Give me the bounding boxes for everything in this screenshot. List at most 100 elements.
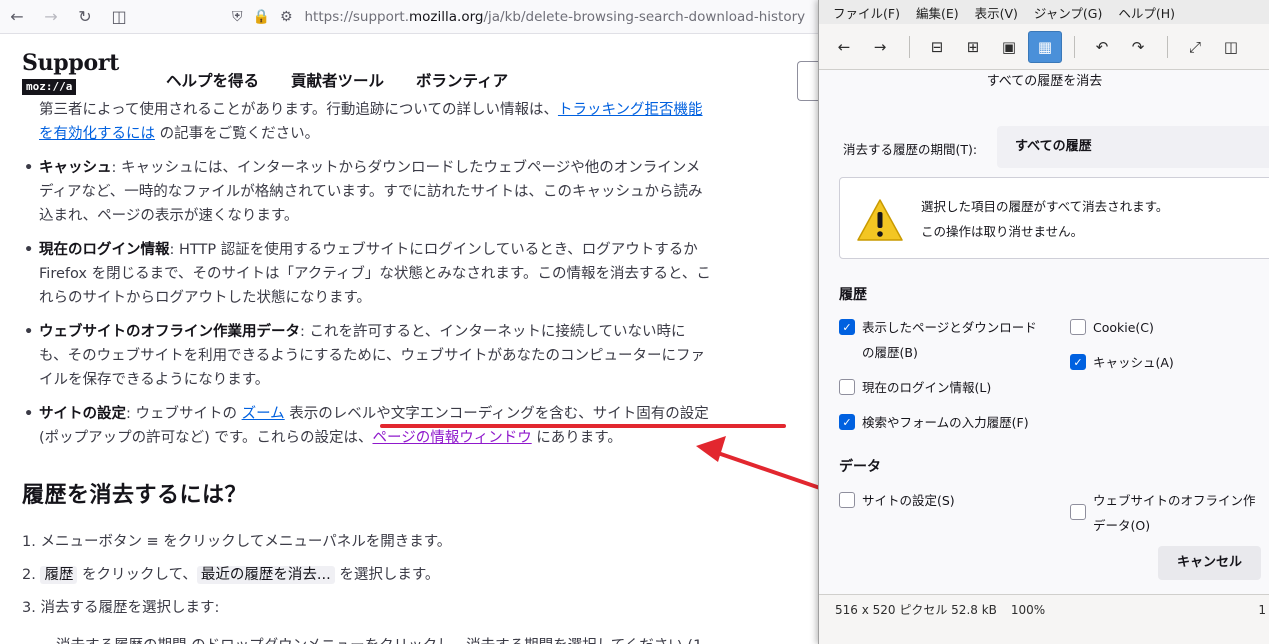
zoom-100-icon[interactable]: ▣ [992, 31, 1026, 63]
step-2-tail: を選択します。 [334, 567, 440, 583]
clear-recent-history-label: 最近の履歴を消去... [196, 566, 335, 584]
list-item-offline: ウェブサイトのオフライン作業用データ: これを許可すると、インターネットに接続し… [22, 320, 802, 392]
zoom-in-icon[interactable]: ⊞ [956, 31, 990, 63]
next-image-icon[interactable]: → [863, 31, 897, 63]
intro-paragraph: 第三者によって使用されることがあります。行動追跡についての詳しい情報は、トラッキ… [39, 100, 703, 146]
mozilla-logo: moz://a [22, 79, 77, 95]
viewer-statusbar: 516 x 520 ピクセル 52.8 kB 100% 1 [819, 594, 1269, 624]
warning-text: 選択した項目の履歴がすべて消去されます。 この操作は取り消せません。 [921, 194, 1168, 244]
checkbox-cookie[interactable]: Cookie(C) [1070, 315, 1154, 340]
viewer-toolbar: ← → ⊟ ⊞ ▣ ▦ ↶ ↷ ⤢ ◫ [819, 24, 1269, 70]
forward-icon[interactable]: → [34, 0, 68, 34]
term-login: 現在のログイン情報 [39, 242, 170, 258]
list-item-login: 現在のログイン情報: HTTP 認証を使用するウェブサイトにログインしているとき… [22, 238, 802, 310]
prev-image-icon[interactable]: ← [827, 31, 861, 63]
cb-login-label: 現在のログイン情報(L) [862, 380, 992, 395]
reload-icon[interactable]: ↻ [68, 0, 102, 34]
toolbar-separator [909, 35, 910, 58]
url-prefix: https://support. [304, 8, 410, 25]
data-heading: データ [839, 459, 881, 475]
tracking-protection-link-2[interactable]: を有効化するには [39, 126, 155, 142]
cb-pages-label-2: の履歴(B) [862, 345, 918, 360]
cb-cache-label: キャッシュ(A) [1093, 355, 1174, 370]
menu-view[interactable]: 表示(V) [967, 3, 1026, 22]
check-icon: ✓ [839, 414, 855, 430]
checkbox-site-settings[interactable]: サイトの設定(S) [839, 488, 955, 513]
menu-help[interactable]: ヘルプ(H) [1110, 3, 1183, 22]
checkbox-active-logins[interactable]: 現在のログイン情報(L) [839, 375, 991, 400]
term-cache: キャッシュ [39, 160, 112, 176]
zoom-fit-icon[interactable]: ▦ [1028, 30, 1062, 63]
dialog-title: すべての履歴を消去 [986, 74, 1103, 89]
warning-line-1: 選択した項目の履歴がすべて消去されます。 [921, 199, 1169, 214]
permissions-icon[interactable]: ⚙ [280, 9, 293, 25]
url-host: mozilla.org [409, 8, 484, 25]
shield-icon[interactable]: ⛨ [232, 9, 243, 25]
zoom-link[interactable]: ズーム [242, 406, 285, 422]
warning-icon [857, 199, 903, 241]
toolbar-separator-2 [1074, 35, 1075, 58]
step-1: 1. メニューボタン ≡ をクリックしてメニューパネルを開きます。 [22, 534, 452, 550]
checkbox-empty [839, 379, 855, 395]
nav-get-help[interactable]: ヘルプを得る [166, 69, 259, 91]
url-bar-icons: ⛨ 🔒 ⚙ [232, 9, 293, 25]
step-3: 3. 消去する履歴を選択します: [22, 600, 220, 616]
check-icon: ✓ [839, 319, 855, 335]
arrow-head [696, 436, 726, 462]
login-line-1: : HTTP 認証を使用するウェブサイトにログインしているとき、ログアウトするか [169, 242, 698, 258]
cb-cookie-label: Cookie(C) [1093, 320, 1154, 335]
site-settings-line2: (ポップアップの許可など) です。これらの設定は、 [39, 430, 373, 446]
rotate-left-icon[interactable]: ↶ [1085, 31, 1119, 63]
fullscreen-icon[interactable]: ⤢ [1178, 31, 1212, 63]
support-logo[interactable]: Support moz://a [22, 51, 119, 95]
menu-file[interactable]: ファイル(F) [825, 3, 908, 22]
url-field[interactable]: https://support.mozilla.org/ja/kb/delete… [305, 9, 805, 25]
check-icon: ✓ [1070, 354, 1086, 370]
cb-forms-label: 検索やフォームの入力履歴(F) [862, 415, 1029, 430]
cb-offline-label-1: ウェブサイトのオフライン作 [1093, 493, 1256, 508]
nav-volunteer[interactable]: ボランティア [416, 69, 508, 91]
offline-line-2: も、そのウェブサイトを利用できるようにするために、ウェブサイトがあなたのコンピュ… [39, 348, 705, 364]
checkbox-cache[interactable]: ✓ キャッシュ(A) [1070, 350, 1174, 375]
step-2-num: 2. [22, 567, 41, 583]
history-menu-label: 履歴 [40, 566, 78, 584]
page-info-link[interactable]: ページの情報ウィンドウ [372, 430, 531, 446]
list-item-cache: キャッシュ: キャッシュには、インターネットからダウンロードしたウェブページや他… [22, 156, 802, 228]
menu-go[interactable]: ジャンプ(G) [1026, 3, 1110, 22]
time-range-select[interactable]: すべての履歴 [997, 126, 1269, 168]
tracking-protection-link[interactable]: トラッキング拒否機能 [558, 102, 703, 118]
main-nav: ヘルプを得る 貢献者ツール ボランティア [166, 69, 508, 91]
image-viewer-window: ファイル(F) 編集(E) 表示(V) ジャンプ(G) ヘルプ(H) ← → ⊟… [818, 0, 1269, 644]
logo-wordmark: Support [22, 50, 119, 76]
step-3-detail: 消去する履歴の期間 のドロップダウンメニューをクリックし、消去する期間を選択して… [56, 634, 702, 644]
menu-edit[interactable]: 編集(E) [908, 3, 967, 22]
cb-site-label: サイトの設定(S) [862, 493, 955, 508]
checkbox-offline-data[interactable]: ウェブサイトのオフライン作 データ(O) [1070, 488, 1256, 538]
slideshow-icon[interactable]: ◫ [1214, 31, 1248, 63]
cache-line-2: ディアなど、一時的なファイルが格納されています。すでに訪れたサイトは、このキャッ… [39, 184, 703, 200]
back-icon[interactable]: ← [0, 0, 34, 34]
checkbox-form-history[interactable]: ✓ 検索やフォームの入力履歴(F) [839, 410, 1029, 435]
warning-box: 選択した項目の履歴がすべて消去されます。 この操作は取り消せません。 [839, 177, 1269, 259]
image-canvas: すべての履歴を消去 消去する履歴の期間(T): すべての履歴 選択した項目の履歴… [819, 70, 1269, 594]
reader-view-icon[interactable]: ◫ [102, 0, 136, 34]
warning-line-2: この操作は取り消せません。 [921, 224, 1084, 239]
lock-icon[interactable]: 🔒 [253, 9, 270, 25]
zoom-out-icon[interactable]: ⊟ [920, 31, 954, 63]
checkbox-browsing-history[interactable]: ✓ 表示したページとダウンロード の履歴(B) [839, 315, 1037, 365]
section-heading: 履歴を消去するには？ [22, 483, 248, 508]
login-line-3: れらのサイトからログアウトした状態になります。 [39, 290, 372, 306]
term-site-settings: サイトの設定 [39, 406, 126, 422]
offline-line-1: : これを許可すると、インターネットに接続していない時に [300, 324, 686, 340]
intro-text: 第三者によって使用されることがあります。行動追跡についての詳しい情報は、 [39, 102, 558, 118]
cache-line-1: : キャッシュには、インターネットからダウンロードしたウェブページや他のオンライ… [111, 160, 701, 176]
rotate-right-icon[interactable]: ↷ [1121, 31, 1155, 63]
nav-contributor-tools[interactable]: 貢献者ツール [291, 69, 384, 91]
image-index: 1 [1258, 602, 1266, 617]
cb-offline-label-2: データ(O) [1093, 518, 1151, 533]
zoom-level: 100% [1010, 602, 1046, 617]
viewer-menubar: ファイル(F) 編集(E) 表示(V) ジャンプ(G) ヘルプ(H) [819, 0, 1269, 24]
site-settings-pre: : ウェブサイトの [126, 406, 242, 422]
checkbox-empty [1070, 319, 1086, 335]
cancel-button[interactable]: キャンセル [1158, 546, 1261, 580]
